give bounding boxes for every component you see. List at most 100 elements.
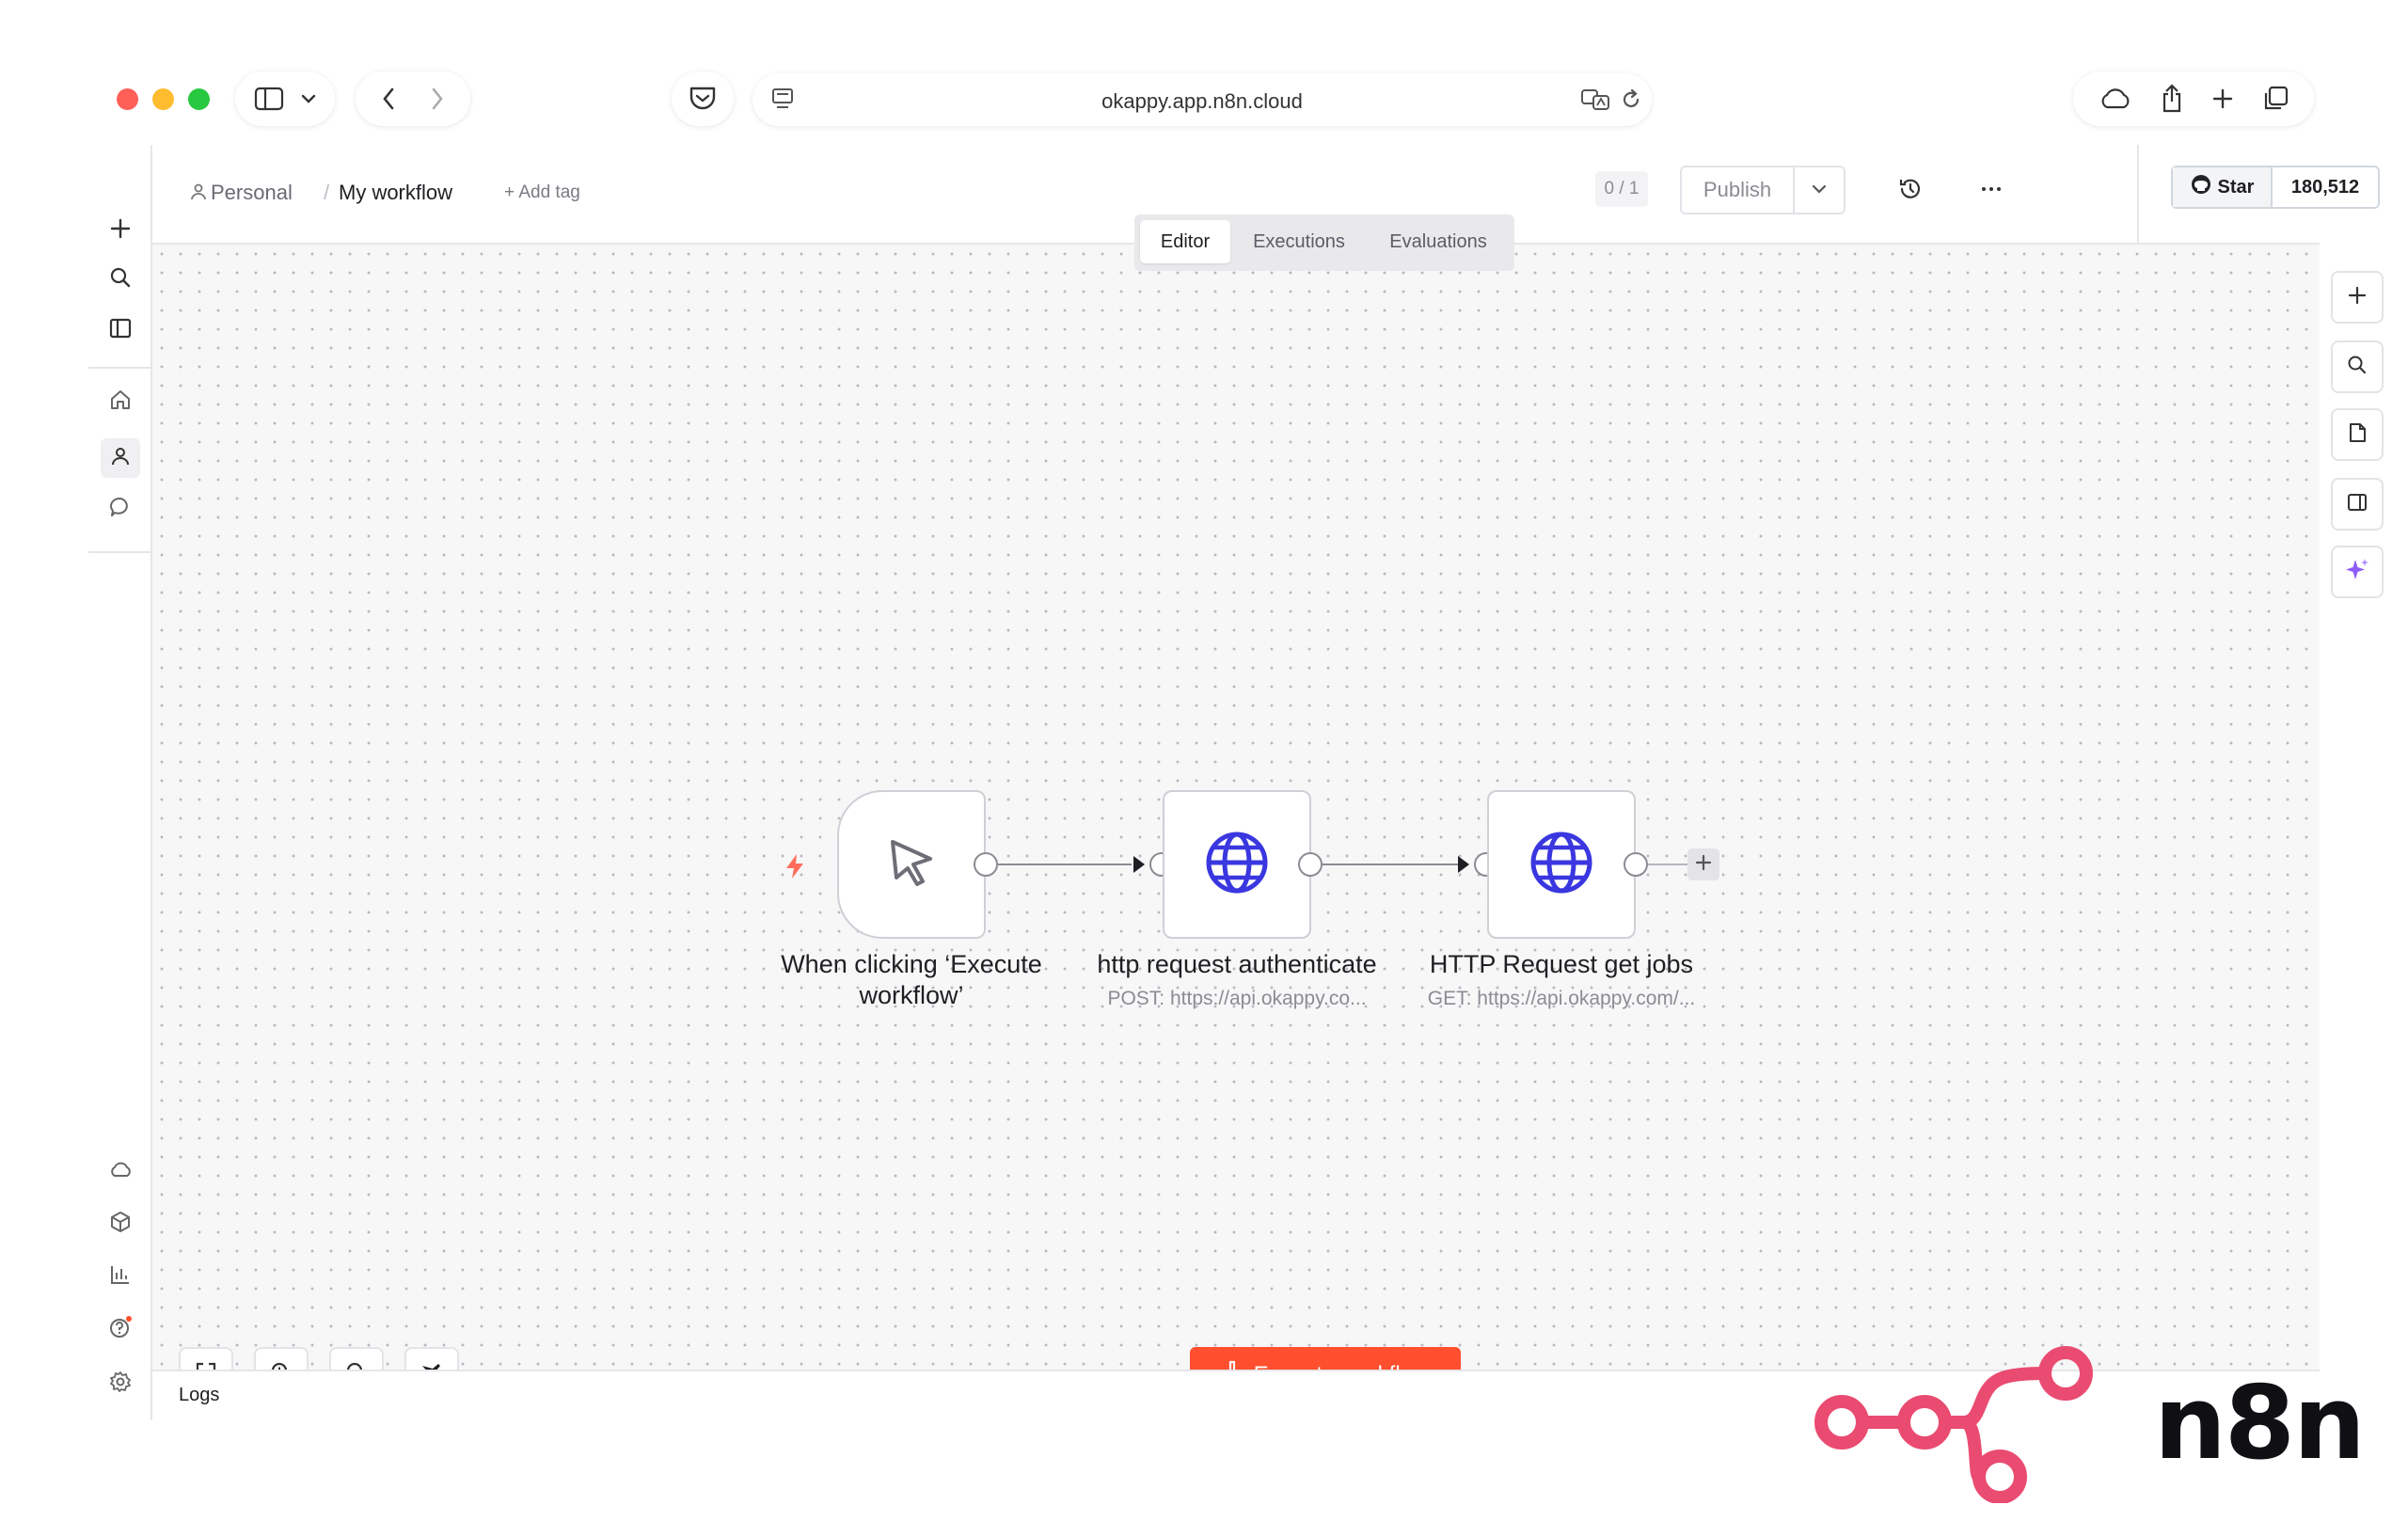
home-icon (109, 388, 132, 416)
gear-icon (109, 1371, 132, 1398)
sidebar-item-personal[interactable] (101, 438, 140, 478)
chevron-down-icon[interactable] (301, 94, 316, 103)
maximize-window-button[interactable] (188, 88, 210, 110)
app-sidebar (88, 145, 152, 1420)
node-subtitle: GET: https://api.okappy.com/... (1427, 988, 1696, 1009)
minimize-window-button[interactable] (152, 88, 174, 110)
globe-icon (1204, 830, 1270, 900)
connection-edge[interactable] (1323, 864, 1458, 865)
tab-overview-icon[interactable] (2262, 86, 2289, 112)
browser-window: okappy.app.n8n.cloud Personal / My workf… (88, 58, 2384, 1450)
cloud-icon (108, 1160, 133, 1183)
sidebar-item-templates[interactable] (104, 1208, 136, 1240)
output-handle[interactable] (1298, 852, 1323, 877)
workflow-name[interactable]: My workflow (339, 181, 452, 205)
sidebar-item-help[interactable] (104, 1313, 136, 1345)
search-nodes-button[interactable] (2331, 341, 2384, 393)
view-tabs: Editor Executions Evaluations (1134, 214, 1514, 271)
sidebar-toggle-group[interactable] (235, 71, 335, 126)
pocket-icon (689, 86, 717, 112)
bar-chart-icon (109, 1263, 132, 1291)
browser-toolbar: okappy.app.n8n.cloud (88, 58, 2320, 145)
sidebar-item-settings[interactable] (104, 1368, 136, 1400)
create-button[interactable] (104, 214, 136, 246)
breadcrumb-separator: / (324, 181, 330, 204)
sidebar-item-insights[interactable] (104, 1260, 136, 1292)
panel-right-icon (2347, 492, 2368, 517)
github-star-widget[interactable]: Star 180,512 (2171, 166, 2380, 209)
publish-control: Publish (1680, 166, 1846, 214)
user-icon (109, 445, 132, 472)
sidebar-divider (88, 551, 150, 553)
output-handle[interactable] (974, 852, 998, 877)
connection-arrow (1458, 856, 1469, 873)
pocket-button[interactable] (672, 71, 734, 126)
workflow-history-button[interactable] (1898, 177, 1923, 206)
tab-editor[interactable]: Editor (1140, 220, 1230, 263)
ai-assistant-button[interactable] (2331, 546, 2384, 598)
sidebar-item-cloud-admin[interactable] (104, 1155, 136, 1187)
breadcrumb-project[interactable]: Personal (211, 181, 293, 205)
publish-button[interactable]: Publish (1682, 167, 1795, 213)
more-horizontal-icon (1979, 187, 2004, 205)
collapse-sidebar-button[interactable] (104, 314, 136, 346)
add-next-node-button[interactable] (1687, 848, 1719, 880)
history-nav-group (356, 71, 470, 126)
node-title: HTTP Request get jobs (1429, 950, 1694, 978)
node-title: http request authenticate (1097, 950, 1377, 978)
n8n-logo-text: n8n (2154, 1365, 2366, 1482)
sparkle-icon (2343, 556, 2371, 589)
chevron-down-icon (1812, 182, 1827, 198)
github-icon (2190, 173, 2212, 201)
search-icon (2347, 355, 2368, 380)
github-star-button[interactable]: Star (2173, 167, 2273, 207)
box-icon (109, 1211, 132, 1238)
sticky-note-icon (2347, 422, 2368, 448)
translate-icon[interactable] (1580, 87, 1612, 112)
plus-icon (2347, 285, 2368, 310)
back-icon[interactable] (382, 87, 395, 110)
sidebar-icon[interactable] (254, 87, 284, 111)
share-icon[interactable] (2161, 84, 2183, 114)
publish-options-button[interactable] (1795, 167, 1844, 213)
node-http-request-authenticate[interactable] (1163, 790, 1311, 939)
node-title: When clicking ‘Execute workflow’ (781, 950, 1042, 1009)
output-handle[interactable] (1624, 852, 1648, 877)
globe-icon (1529, 830, 1594, 900)
forward-icon[interactable] (431, 87, 444, 110)
logs-label: Logs (179, 1385, 220, 1405)
search-button[interactable] (104, 263, 136, 295)
connection-edge[interactable] (998, 864, 1132, 865)
browser-actions (2073, 71, 2314, 126)
help-icon (108, 1315, 133, 1344)
new-tab-icon[interactable] (2211, 87, 2234, 110)
plus-icon (1695, 854, 1712, 876)
node-http-request-get-jobs[interactable] (1487, 790, 1636, 939)
address-bar[interactable]: okappy.app.n8n.cloud (752, 73, 1652, 126)
history-icon (1898, 179, 1923, 205)
user-icon (190, 182, 207, 206)
add-sticky-note-button[interactable] (2331, 408, 2384, 461)
github-star-count[interactable]: 180,512 (2273, 167, 2378, 207)
add-tag-button[interactable]: + Add tag (504, 182, 580, 203)
sidebar-item-chat[interactable] (104, 493, 136, 525)
sidebar-item-overview[interactable] (104, 386, 136, 418)
chat-icon (109, 496, 132, 523)
node-manual-trigger[interactable] (837, 790, 986, 939)
url-text: okappy.app.n8n.cloud (1101, 89, 1303, 113)
tab-executions[interactable]: Executions (1234, 220, 1364, 263)
close-window-button[interactable] (117, 88, 138, 110)
header-divider (2137, 145, 2139, 243)
sidebar-divider (88, 367, 150, 369)
connection-arrow (1133, 856, 1145, 873)
active-version-counter: 0 / 1 (1595, 171, 1648, 207)
panel-left-icon (109, 317, 132, 344)
add-node-button[interactable] (2331, 271, 2384, 324)
github-star-label: Star (2217, 176, 2255, 198)
tab-evaluations[interactable]: Evaluations (1368, 220, 1509, 263)
icloud-icon[interactable] (2099, 87, 2132, 110)
reload-icon[interactable] (1620, 88, 1642, 111)
toggle-panel-button[interactable] (2331, 478, 2384, 531)
plus-icon (109, 217, 132, 245)
more-options-button[interactable] (1979, 177, 2004, 206)
